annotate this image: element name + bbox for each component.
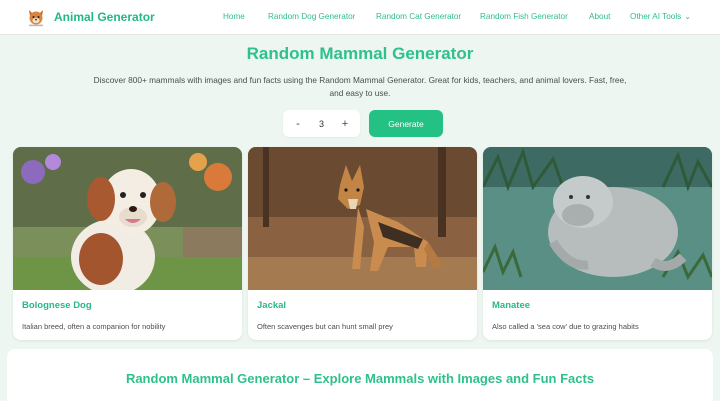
card-fact: Often scavenges but can hunt small prey (257, 322, 393, 331)
increment-button[interactable]: + (340, 118, 350, 130)
mammal-card[interactable]: Manatee Also called a 'sea cow' due to g… (483, 147, 712, 340)
nav-fish-generator-link[interactable]: Random Fish Generator (480, 12, 568, 21)
card-title: Bolognese Dog (22, 300, 92, 311)
brand-name[interactable]: Animal Generator (54, 10, 155, 24)
quantity-stepper: - 3 + (283, 110, 360, 137)
manatee-photo-icon (483, 147, 712, 290)
nav-about-link[interactable]: About (589, 12, 610, 21)
nav-other-tools-label: Other AI Tools (630, 12, 682, 21)
page-title: Random Mammal Generator (246, 44, 474, 63)
jackal-photo-icon (248, 147, 477, 290)
generate-button[interactable]: Generate (369, 110, 443, 137)
section-title: Random Mammal Generator – Explore Mammal… (125, 371, 595, 386)
nav-home-link[interactable]: Home (223, 12, 245, 21)
card-title: Jackal (257, 300, 287, 311)
animal-face-logo-icon[interactable] (26, 7, 46, 27)
nav-dog-generator-link[interactable]: Random Dog Generator (268, 12, 355, 21)
nav-cat-generator-link[interactable]: Random Cat Generator (376, 12, 461, 21)
card-title: Manatee (492, 300, 531, 311)
chevron-down-icon: ⌄ (684, 12, 691, 21)
fluffy-dog-photo-icon (13, 147, 242, 290)
top-navbar: Animal Generator Home Random Dog Generat… (0, 0, 720, 35)
mammal-card[interactable]: Bolognese Dog Italian breed, often a com… (13, 147, 242, 340)
decrement-button[interactable]: - (293, 118, 303, 130)
nav-other-tools-dropdown[interactable]: Other AI Tools ⌄ (630, 12, 691, 21)
card-fact: Italian breed, often a companion for nob… (22, 322, 166, 331)
mammal-card[interactable]: Jackal Often scavenges but can hunt smal… (248, 147, 477, 340)
card-fact: Also called a 'sea cow' due to grazing h… (492, 322, 639, 331)
quantity-value[interactable]: 3 (319, 119, 324, 129)
page-description: Discover 800+ mammals with images and fu… (93, 75, 627, 98)
